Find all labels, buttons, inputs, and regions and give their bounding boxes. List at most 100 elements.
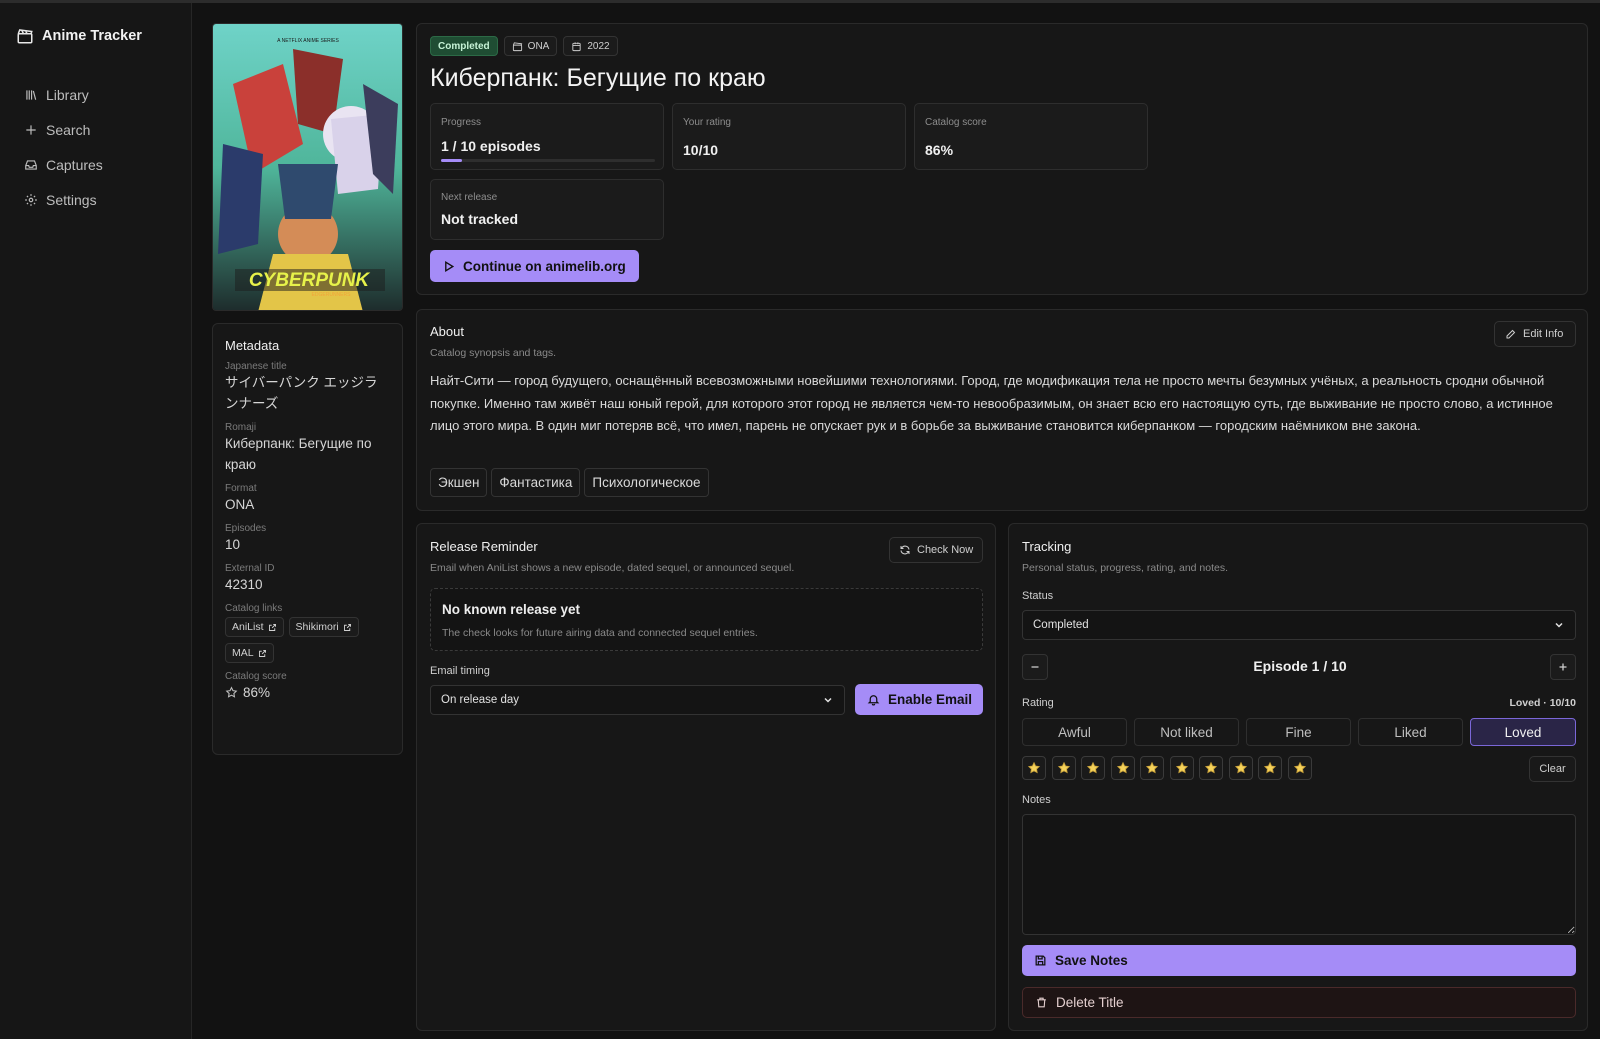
tag-chip[interactable]: Экшен bbox=[430, 468, 488, 497]
poster-image: A NETFLIX ANIME SERIES CYBERPUNK EDGERUN… bbox=[212, 23, 403, 311]
star-icon bbox=[1027, 761, 1041, 774]
progress-value: 1 / 10 episodes bbox=[441, 138, 541, 154]
email-timing-select[interactable]: On release day bbox=[430, 685, 845, 715]
star-button[interactable] bbox=[1287, 756, 1312, 780]
trash-icon bbox=[1037, 997, 1046, 1008]
bell-icon bbox=[867, 695, 880, 706]
empty-release-text: The check looks for future airing data a… bbox=[442, 627, 758, 639]
next-release-value: Not tracked bbox=[441, 211, 519, 227]
metadata-heading: Metadata bbox=[225, 338, 280, 353]
progress-stat: Progress 1 / 10 episodes bbox=[430, 103, 664, 170]
rating-label: Rating bbox=[1022, 697, 1054, 709]
star-icon bbox=[1175, 761, 1188, 774]
episodes-value: 10 bbox=[225, 537, 241, 552]
format-label: Format bbox=[225, 483, 257, 494]
plus-icon bbox=[1559, 663, 1567, 671]
save-notes-label: Save Notes bbox=[1055, 953, 1128, 968]
star-button[interactable] bbox=[1169, 756, 1194, 780]
next-release-label: Next release bbox=[441, 192, 498, 203]
star-icon bbox=[1116, 761, 1129, 774]
enable-email-button[interactable]: Enable Email bbox=[855, 684, 983, 715]
edit-info-button[interactable]: Edit Info bbox=[1494, 321, 1576, 347]
about-synopsis: Найт-Сити — город будущего, оснащённый в… bbox=[430, 373, 1553, 433]
continue-button[interactable]: Continue on animelib.org bbox=[430, 250, 639, 282]
catalog-links: AniList Shikimori MAL bbox=[225, 617, 395, 669]
shikimori-link[interactable]: Shikimori bbox=[288, 617, 359, 637]
your-rating-stat: Your rating 10/10 bbox=[672, 103, 906, 170]
rating-loved-button[interactable]: Loved bbox=[1470, 718, 1576, 746]
star-button[interactable] bbox=[1140, 756, 1164, 780]
notes-label: Notes bbox=[1022, 794, 1051, 806]
delete-title-label: Delete Title bbox=[1056, 995, 1124, 1010]
increment-episode-button[interactable] bbox=[1550, 654, 1576, 680]
clear-rating-button[interactable]: Clear bbox=[1529, 756, 1576, 782]
decrement-episode-button[interactable] bbox=[1022, 654, 1048, 680]
notes-textarea[interactable] bbox=[1022, 814, 1576, 935]
reminder-subheading: Email when AniList shows a new episode, … bbox=[430, 562, 795, 574]
floppy-disk-icon bbox=[1035, 955, 1046, 966]
star-button[interactable] bbox=[1022, 756, 1046, 780]
sidebar-item-library[interactable]: Library bbox=[16, 77, 176, 112]
sidebar-item-search[interactable]: Search bbox=[16, 112, 176, 147]
format-badge: ONA bbox=[503, 36, 558, 56]
catalog-score-label: Catalog score bbox=[925, 117, 987, 128]
sidebar-nav: Library Search Captures Settings bbox=[16, 77, 176, 217]
episode-counter: Episode 1 / 10 bbox=[1253, 658, 1347, 674]
pencil-icon bbox=[1506, 329, 1516, 339]
clapperboard-icon bbox=[17, 29, 33, 44]
tag-chip[interactable]: Психологическое bbox=[584, 468, 709, 497]
catalog-score-meta-value: 86% bbox=[243, 685, 271, 700]
chevron-down-icon bbox=[1555, 622, 1563, 628]
delete-title-button[interactable]: Delete Title bbox=[1022, 987, 1576, 1018]
refresh-icon bbox=[900, 545, 910, 555]
about-heading: About bbox=[430, 324, 464, 339]
star-outline-icon bbox=[225, 686, 238, 698]
star-button[interactable] bbox=[1199, 756, 1223, 780]
star-button[interactable] bbox=[1228, 756, 1253, 780]
star-icon bbox=[1263, 761, 1277, 774]
anilist-link-label: AniList bbox=[232, 621, 264, 633]
your-rating-label: Your rating bbox=[683, 117, 731, 128]
mal-link-label: MAL bbox=[232, 647, 254, 659]
catalog-score-value: 86% bbox=[925, 142, 954, 158]
badge-row: Completed ONA 2022 bbox=[430, 36, 618, 56]
progress-fill bbox=[441, 159, 463, 162]
anilist-link[interactable]: AniList bbox=[225, 617, 284, 637]
enable-email-label: Enable Email bbox=[888, 692, 973, 707]
sidebar-item-settings[interactable]: Settings bbox=[16, 182, 176, 217]
next-release-stat: Next release Not tracked bbox=[430, 179, 664, 240]
mal-link[interactable]: MAL bbox=[225, 643, 274, 663]
tag-list: Экшен Фантастика Психологическое bbox=[430, 468, 713, 497]
poster-logo: CYBERPUNK bbox=[249, 270, 371, 291]
star-icon bbox=[1234, 761, 1247, 774]
star-button[interactable] bbox=[1110, 756, 1135, 780]
status-label: Status bbox=[1022, 590, 1054, 602]
star-button[interactable] bbox=[1258, 756, 1282, 780]
romaji-label: Romaji bbox=[225, 422, 257, 433]
check-now-button[interactable]: Check Now bbox=[889, 537, 983, 563]
rating-fine-button[interactable]: Fine bbox=[1246, 718, 1351, 746]
rating-awful-button[interactable]: Awful bbox=[1022, 718, 1127, 746]
calendar-icon bbox=[572, 41, 581, 51]
email-timing-value: On release day bbox=[441, 694, 519, 706]
library-icon bbox=[26, 89, 37, 100]
play-icon bbox=[445, 260, 455, 272]
clear-rating-label: Clear bbox=[1539, 763, 1566, 775]
status-select[interactable]: Completed bbox=[1022, 610, 1576, 640]
status-select-value: Completed bbox=[1033, 619, 1089, 631]
your-rating-value: 10/10 bbox=[683, 142, 719, 158]
star-button[interactable] bbox=[1051, 756, 1076, 780]
star-rating bbox=[1022, 756, 1322, 782]
brand[interactable]: Anime Tracker bbox=[16, 27, 142, 45]
external-link-icon bbox=[258, 649, 266, 657]
poster-tagline: A NETFLIX ANIME SERIES bbox=[277, 38, 339, 44]
rating-liked-button[interactable]: Liked bbox=[1358, 718, 1463, 746]
star-button[interactable] bbox=[1081, 756, 1105, 780]
save-notes-button[interactable]: Save Notes bbox=[1022, 945, 1576, 976]
tag-chip[interactable]: Фантастика bbox=[491, 468, 581, 497]
sidebar-item-captures[interactable]: Captures bbox=[16, 147, 176, 182]
metadata-card: Metadata Japanese title サイバーパンク エッジランナーズ… bbox=[212, 323, 403, 755]
star-icon bbox=[1057, 761, 1070, 774]
window-top-border bbox=[0, 0, 1600, 3]
rating-not-liked-button[interactable]: Not liked bbox=[1134, 718, 1239, 746]
